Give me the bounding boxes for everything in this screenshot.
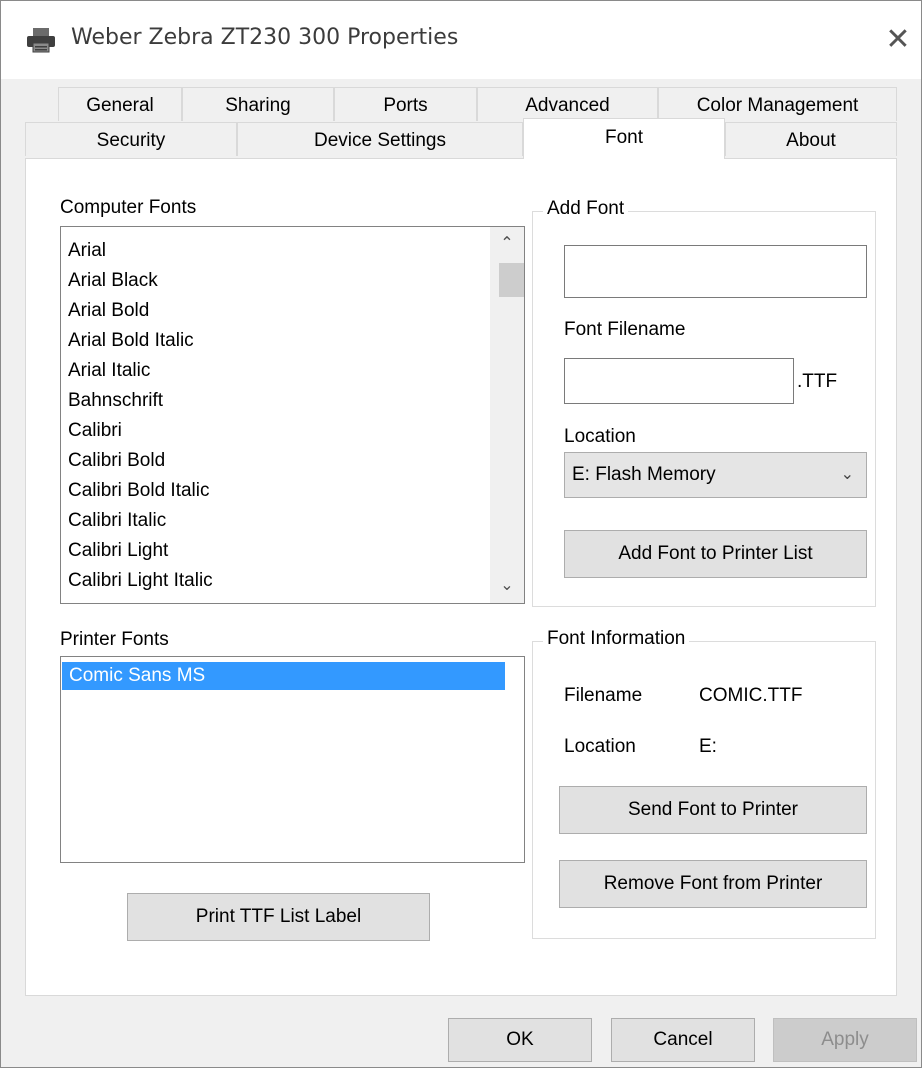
- tab-color-management[interactable]: Color Management: [658, 87, 897, 121]
- apply-button[interactable]: Apply: [773, 1018, 917, 1062]
- list-item[interactable]: Arial Black: [61, 266, 524, 296]
- list-item[interactable]: Calibri Italic: [61, 506, 524, 536]
- list-item[interactable]: Arial: [61, 236, 524, 266]
- location-info-value: E:: [699, 736, 717, 757]
- tab-advanced[interactable]: Advanced: [477, 87, 658, 121]
- tab-ports[interactable]: Ports: [334, 87, 477, 121]
- vertical-scrollbar[interactable]: ⌃ ⌄: [490, 227, 524, 603]
- list-item[interactable]: Calibri Light Italic: [61, 566, 524, 596]
- send-font-to-printer-button[interactable]: Send Font to Printer: [559, 786, 867, 834]
- ok-button[interactable]: OK: [448, 1018, 592, 1062]
- list-item[interactable]: Bahnschrift: [61, 386, 524, 416]
- close-button[interactable]: ✕: [875, 15, 921, 65]
- list-item[interactable]: Arial Bold Italic: [61, 326, 524, 356]
- tab-font[interactable]: Font: [523, 118, 725, 159]
- computer-fonts-label: Computer Fonts: [60, 197, 197, 218]
- add-font-group-title: Add Font: [543, 198, 629, 220]
- add-font-group: Add Font Font Filename .TTF Location E: …: [532, 198, 876, 607]
- cancel-button[interactable]: Cancel: [611, 1018, 755, 1062]
- remove-font-from-printer-button[interactable]: Remove Font from Printer: [559, 860, 867, 908]
- filename-label: Filename: [564, 685, 643, 706]
- window-title: Weber Zebra ZT230 300 Properties: [71, 25, 459, 50]
- ttf-extension-label: .TTF: [797, 371, 838, 392]
- location-label: Location: [564, 426, 636, 447]
- list-item[interactable]: Calibri Bold: [61, 446, 524, 476]
- scroll-thumb[interactable]: [499, 263, 524, 297]
- list-item[interactable]: Arial Italic: [61, 356, 524, 386]
- location-select-value: E: Flash Memory: [572, 464, 716, 485]
- font-tab-panel: Computer Fonts Arial Arial Black Arial B…: [25, 158, 897, 996]
- tab-sharing[interactable]: Sharing: [182, 87, 334, 121]
- filename-value: COMIC.TTF: [699, 685, 803, 706]
- font-filename-input[interactable]: [564, 358, 794, 404]
- printer-fonts-list[interactable]: Comic Sans MS: [60, 656, 525, 863]
- add-font-to-printer-list-button[interactable]: Add Font to Printer List: [564, 530, 867, 578]
- properties-dialog: Weber Zebra ZT230 300 Properties ✕ Gener…: [0, 0, 922, 1068]
- printer-icon: [27, 28, 55, 53]
- list-item[interactable]: Arial Bold: [61, 296, 524, 326]
- tab-general[interactable]: General: [58, 87, 182, 121]
- tab-device-settings[interactable]: Device Settings: [237, 122, 523, 156]
- list-item[interactable]: Calibri Bold Italic: [61, 476, 524, 506]
- scroll-down-icon[interactable]: ⌄: [490, 569, 524, 603]
- font-name-input[interactable]: [564, 245, 867, 298]
- font-information-group: Font Information Filename COMIC.TTF Loca…: [532, 628, 876, 939]
- location-select[interactable]: E: Flash Memory ⌄: [564, 452, 867, 498]
- printer-fonts-label: Printer Fonts: [60, 629, 169, 650]
- computer-fonts-list[interactable]: Arial Arial Black Arial Bold Arial Bold …: [60, 226, 525, 604]
- scroll-up-icon[interactable]: ⌃: [490, 227, 524, 261]
- title-bar: Weber Zebra ZT230 300 Properties ✕: [1, 1, 921, 79]
- tab-security[interactable]: Security: [25, 122, 237, 156]
- list-item[interactable]: Calibri Light: [61, 536, 524, 566]
- chevron-down-icon: ⌄: [840, 466, 854, 483]
- list-item[interactable]: Comic Sans MS: [62, 662, 505, 690]
- location-info-label: Location: [564, 736, 636, 757]
- font-filename-label: Font Filename: [564, 319, 686, 340]
- list-item[interactable]: Calibri: [61, 416, 524, 446]
- tab-about[interactable]: About: [725, 122, 897, 156]
- font-information-group-title: Font Information: [543, 628, 690, 650]
- print-ttf-list-label-button[interactable]: Print TTF List Label: [127, 893, 430, 941]
